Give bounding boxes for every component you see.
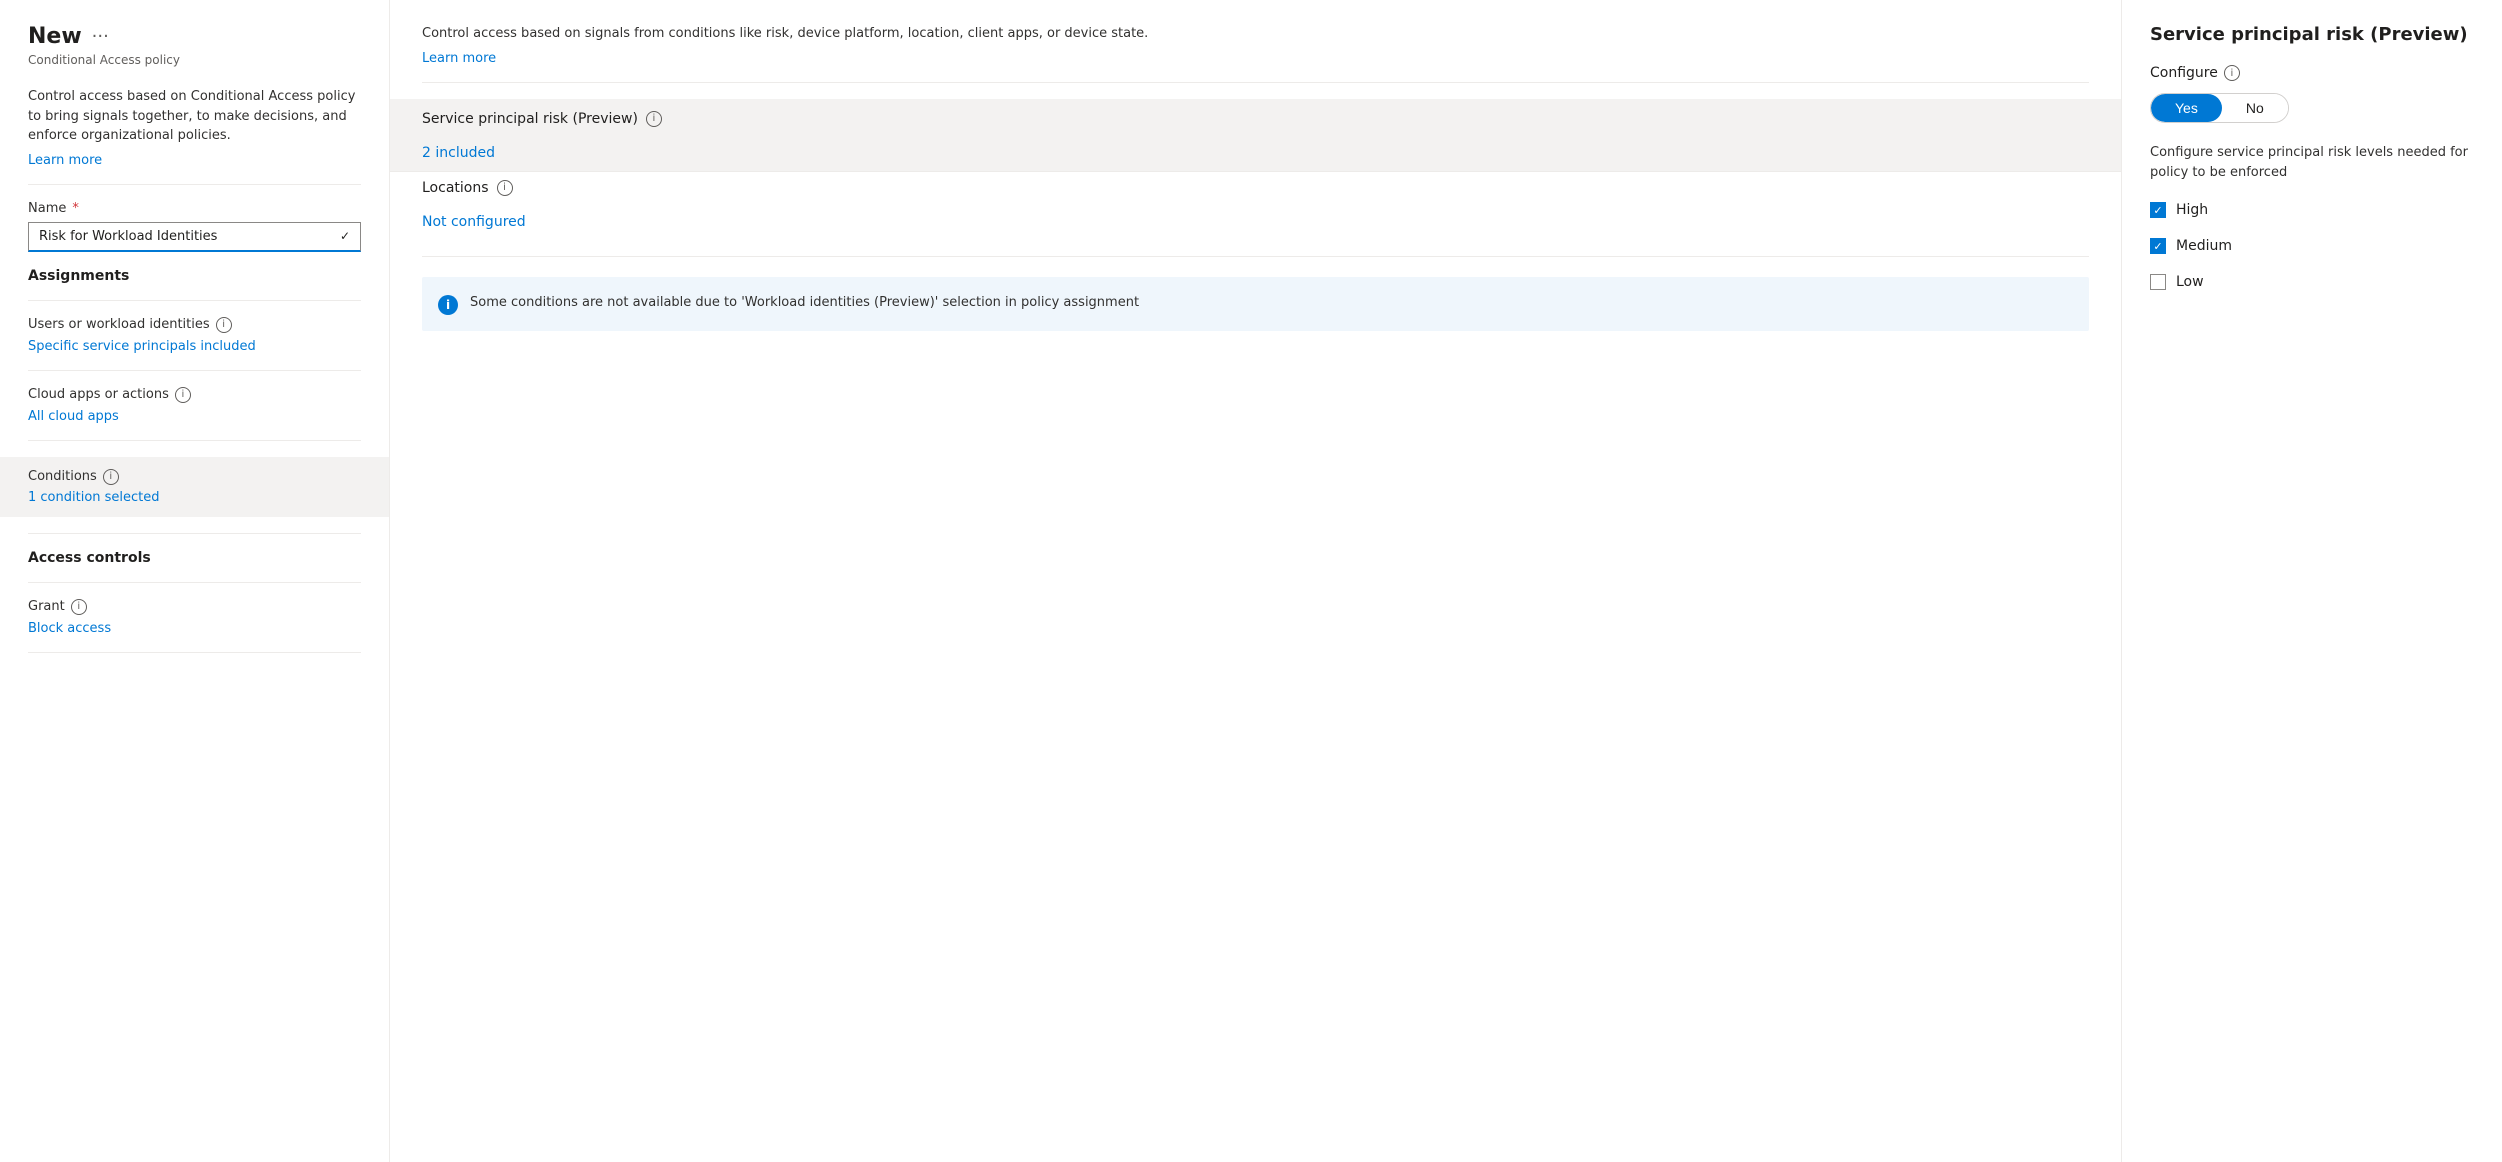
locations-label: Locations <box>422 180 489 196</box>
medium-checkbox-row[interactable]: Medium <box>2150 238 2474 254</box>
name-input[interactable]: Risk for Workload Identities ✓ <box>28 222 361 252</box>
required-indicator: * <box>72 201 79 216</box>
configure-label: Configure i <box>2150 65 2474 81</box>
divider-5 <box>28 533 361 534</box>
service-principal-header: Service principal risk (Preview) i <box>422 99 2089 127</box>
divider-4 <box>28 440 361 441</box>
users-value-link[interactable]: Specific service principals included <box>28 339 361 354</box>
cloud-apps-info-icon[interactable]: i <box>175 387 191 403</box>
middle-panel: Control access based on signals from con… <box>390 0 2122 1162</box>
divider-7 <box>28 652 361 653</box>
locations-info-icon[interactable]: i <box>497 180 513 196</box>
users-field-label: Users or workload identities i <box>28 317 361 333</box>
cloud-apps-value-link[interactable]: All cloud apps <box>28 409 361 424</box>
divider-1 <box>28 184 361 185</box>
yes-no-toggle[interactable]: Yes No <box>2150 93 2289 123</box>
page-header: New ··· <box>28 24 361 49</box>
service-principal-info-icon[interactable]: i <box>646 111 662 127</box>
high-checkbox-label: High <box>2176 202 2208 218</box>
service-principal-divider <box>390 171 2121 172</box>
locations-header: Locations i <box>422 180 2089 196</box>
cloud-apps-field-label: Cloud apps or actions i <box>28 387 361 403</box>
medium-checkbox[interactable] <box>2150 238 2166 254</box>
left-panel: New ··· Conditional Access policy Contro… <box>0 0 390 1162</box>
middle-description: Control access based on signals from con… <box>422 24 2089 44</box>
low-checkbox[interactable] <box>2150 274 2166 290</box>
divider-3 <box>28 370 361 371</box>
high-checkbox[interactable] <box>2150 202 2166 218</box>
middle-divider-1 <box>422 82 2089 83</box>
high-checkbox-row[interactable]: High <box>2150 202 2474 218</box>
service-principal-value[interactable]: 2 included <box>422 135 2089 171</box>
info-box: i Some conditions are not available due … <box>422 277 2089 331</box>
assignments-section-label: Assignments <box>28 268 361 284</box>
info-box-icon: i <box>438 295 458 315</box>
medium-checkbox-label: Medium <box>2176 238 2232 254</box>
users-info-icon[interactable]: i <box>216 317 232 333</box>
left-description: Control access based on Conditional Acce… <box>28 87 361 146</box>
grant-field-label: Grant i <box>28 599 361 615</box>
learn-more-link[interactable]: Learn more <box>28 153 102 168</box>
divider-6 <box>28 582 361 583</box>
info-box-text: Some conditions are not available due to… <box>470 293 1139 313</box>
no-toggle-button[interactable]: No <box>2222 94 2288 122</box>
service-principal-label: Service principal risk (Preview) <box>422 111 638 127</box>
more-options-icon[interactable]: ··· <box>92 26 109 47</box>
configure-info-icon[interactable]: i <box>2224 65 2240 81</box>
name-field-label: Name * <box>28 201 361 216</box>
conditions-info-icon[interactable]: i <box>103 469 119 485</box>
locations-section[interactable]: Locations i Not configured <box>422 180 2089 257</box>
page-subtitle: Conditional Access policy <box>28 53 361 67</box>
grant-value-link[interactable]: Block access <box>28 621 361 636</box>
access-controls-label: Access controls <box>28 550 361 566</box>
service-principal-section[interactable]: Service principal risk (Preview) i 2 inc… <box>390 99 2121 172</box>
grant-info-icon[interactable]: i <box>71 599 87 615</box>
page-title: New <box>28 24 82 49</box>
yes-toggle-button[interactable]: Yes <box>2151 94 2222 122</box>
locations-value[interactable]: Not configured <box>422 204 2089 240</box>
right-panel: Service principal risk (Preview) Configu… <box>2122 0 2502 1162</box>
low-checkbox-label: Low <box>2176 274 2204 290</box>
conditions-row[interactable]: Conditions i 1 condition selected <box>0 457 389 517</box>
configure-description: Configure service principal risk levels … <box>2150 143 2474 182</box>
right-panel-title: Service principal risk (Preview) <box>2150 24 2474 45</box>
chevron-down-icon: ✓ <box>340 229 350 243</box>
conditions-selected-value: 1 condition selected <box>28 490 160 505</box>
middle-learn-more-link[interactable]: Learn more <box>422 51 496 66</box>
divider-2 <box>28 300 361 301</box>
conditions-field-label: Conditions i <box>28 469 361 485</box>
locations-divider <box>422 256 2089 257</box>
low-checkbox-row[interactable]: Low <box>2150 274 2474 290</box>
